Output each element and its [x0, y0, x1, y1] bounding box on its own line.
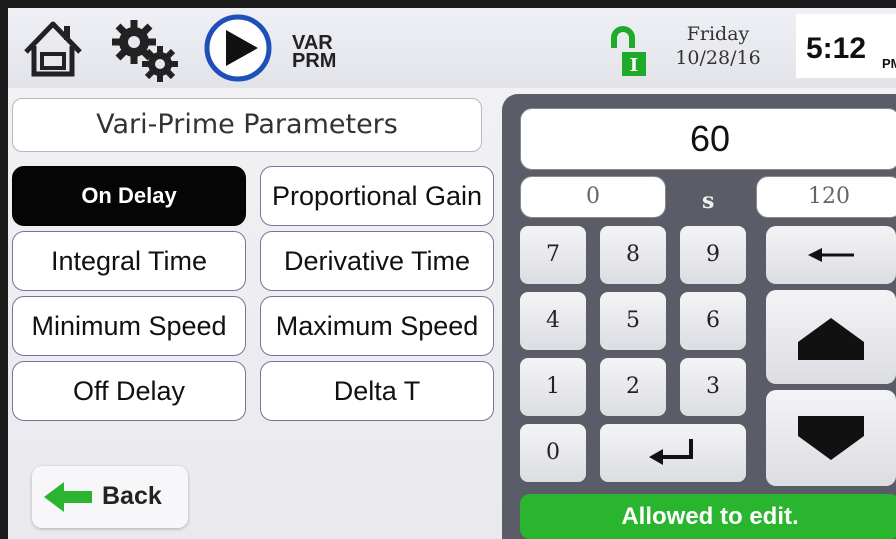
hmi-screen: VAR PRM I Friday 10/28/16 5:12 PM Vari-P… — [8, 8, 896, 539]
max-value: 120 — [756, 176, 896, 218]
key-5[interactable]: 5 — [600, 292, 666, 350]
key-2[interactable]: 2 — [600, 358, 666, 416]
day-label: Friday — [686, 23, 750, 45]
param-off-delay-button[interactable]: Off Delay — [12, 361, 246, 421]
up-arrow-icon — [798, 318, 864, 360]
back-label: Back — [102, 482, 162, 510]
param-derivative-time-button[interactable]: Derivative Time — [260, 231, 494, 291]
enter-icon — [649, 439, 693, 465]
key-4[interactable]: 4 — [520, 292, 586, 350]
increment-key[interactable] — [766, 290, 896, 384]
date-label: 10/28/16 — [675, 47, 761, 69]
key-9[interactable]: 9 — [680, 226, 746, 284]
key-6[interactable]: 6 — [680, 292, 746, 350]
param-delta-t-button[interactable]: Delta T — [260, 361, 494, 421]
time-label: 5:12 — [806, 32, 867, 65]
decrement-key[interactable] — [766, 390, 896, 486]
param-maximum-speed-button[interactable]: Maximum Speed — [260, 296, 494, 356]
panel-title: Vari-Prime Parameters — [12, 98, 482, 152]
unit-label: s — [702, 188, 715, 214]
run-button[interactable] — [200, 12, 276, 84]
parameter-panel: Vari-Prime Parameters On Delay Proportio… — [8, 88, 496, 539]
param-proportional-gain-button[interactable]: Proportional Gain — [260, 166, 494, 226]
home-icon — [24, 21, 82, 77]
unlocked-padlock-icon: I — [611, 26, 646, 76]
key-8[interactable]: 8 — [600, 226, 666, 284]
date-display: Friday 10/28/16 — [668, 22, 768, 70]
svg-text:I: I — [630, 55, 638, 76]
down-arrow-icon — [798, 416, 864, 460]
param-on-delay-button[interactable]: On Delay — [12, 166, 246, 226]
gear-icon — [112, 20, 178, 82]
edit-lock-status: I — [608, 26, 648, 78]
back-arrow-icon — [44, 482, 92, 512]
settings-button[interactable] — [104, 12, 188, 84]
ampm-label: PM — [882, 56, 896, 71]
play-icon — [204, 14, 272, 82]
key-1[interactable]: 1 — [520, 358, 586, 416]
backspace-key[interactable] — [766, 226, 896, 284]
top-bar: VAR PRM I Friday 10/28/16 5:12 PM — [8, 8, 896, 88]
param-minimum-speed-button[interactable]: Minimum Speed — [12, 296, 246, 356]
mode-line-2: PRM — [292, 50, 337, 72]
param-integral-time-button[interactable]: Integral Time — [12, 231, 246, 291]
mode-label: VAR PRM — [292, 33, 337, 72]
min-value: 0 — [520, 176, 666, 218]
home-button[interactable] — [20, 12, 86, 84]
value-display: 60 — [520, 108, 896, 170]
enter-key[interactable] — [600, 424, 746, 482]
keypad-panel: 60 0 s 120 7 8 9 4 5 6 1 2 3 0 Allowed t… — [502, 94, 896, 539]
back-button[interactable]: Back — [32, 466, 188, 528]
key-7[interactable]: 7 — [520, 226, 586, 284]
edit-status-bar: Allowed to edit. — [520, 494, 896, 539]
clock-display: 5:12 PM — [796, 14, 896, 78]
backspace-arrow-icon — [808, 248, 854, 262]
key-0[interactable]: 0 — [520, 424, 586, 482]
key-3[interactable]: 3 — [680, 358, 746, 416]
